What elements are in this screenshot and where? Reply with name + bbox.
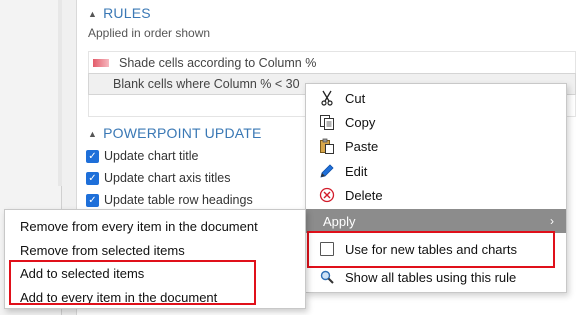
menu-item-label: Show all tables using this rule [345,269,517,285]
option-update-axis-titles[interactable]: ✓ Update chart axis titles [86,171,230,185]
rules-subtitle: Applied in order shown [88,26,211,40]
menu-item-label: Edit [345,163,368,179]
menu-item-label: Cut [345,90,366,106]
highlight-box [9,260,256,305]
rule-item-label: Shade cells according to Column % [119,55,317,70]
menu-item-label: Delete [345,187,383,203]
pencil-icon [319,163,335,179]
option-label: Update table row headings [104,193,253,207]
menu-item-delete[interactable]: Delete [306,183,566,207]
collapse-triangle-icon: ▲ [88,9,98,19]
highlight-box [307,231,555,268]
gradient-swatch-icon [93,58,109,67]
menu-item-apply[interactable]: Apply › [306,209,566,233]
search-icon [319,269,335,285]
menu-item-label: Paste [345,138,379,154]
menu-item-paste[interactable]: Paste [306,134,566,158]
rule-item-label: Blank cells where Column % < 30 [113,77,300,91]
checkbox-checked-icon[interactable]: ✓ [86,171,99,185]
option-update-row-headings[interactable]: ✓ Update table row headings [86,193,253,207]
submenu-item-remove-selected[interactable]: Remove from selected items [20,239,185,261]
menu-item-label: Copy [345,114,376,130]
submenu-item-remove-every[interactable]: Remove from every item in the document [20,215,258,237]
powerpoint-heading: POWERPOINT UPDATE [103,125,262,141]
rule-item-shade[interactable]: Shade cells according to Column % [88,51,576,73]
powerpoint-section-toggle[interactable]: ▲ POWERPOINT UPDATE [88,125,262,141]
menu-item-edit[interactable]: Edit [306,159,566,183]
copy-icon [319,114,335,130]
option-label: Update chart axis titles [104,171,231,185]
menu-item-copy[interactable]: Copy [306,110,566,134]
checkbox-checked-icon[interactable]: ✓ [86,149,99,163]
checkbox-checked-icon[interactable]: ✓ [86,193,99,207]
menu-item-show-all[interactable]: Show all tables using this rule [306,265,566,289]
rules-section-toggle[interactable]: ▲ RULES [88,5,151,21]
chevron-right-icon: › [550,214,554,228]
delete-icon [319,187,335,203]
paste-icon [319,138,335,154]
rules-heading: RULES [103,5,151,21]
option-label: Update chart title [104,149,199,163]
menu-item-label: Apply [323,213,356,229]
scissors-icon [319,90,335,106]
collapse-triangle-icon: ▲ [88,129,98,139]
option-update-chart-title[interactable]: ✓ Update chart title [86,149,199,163]
menu-item-cut[interactable]: Cut [306,86,566,110]
